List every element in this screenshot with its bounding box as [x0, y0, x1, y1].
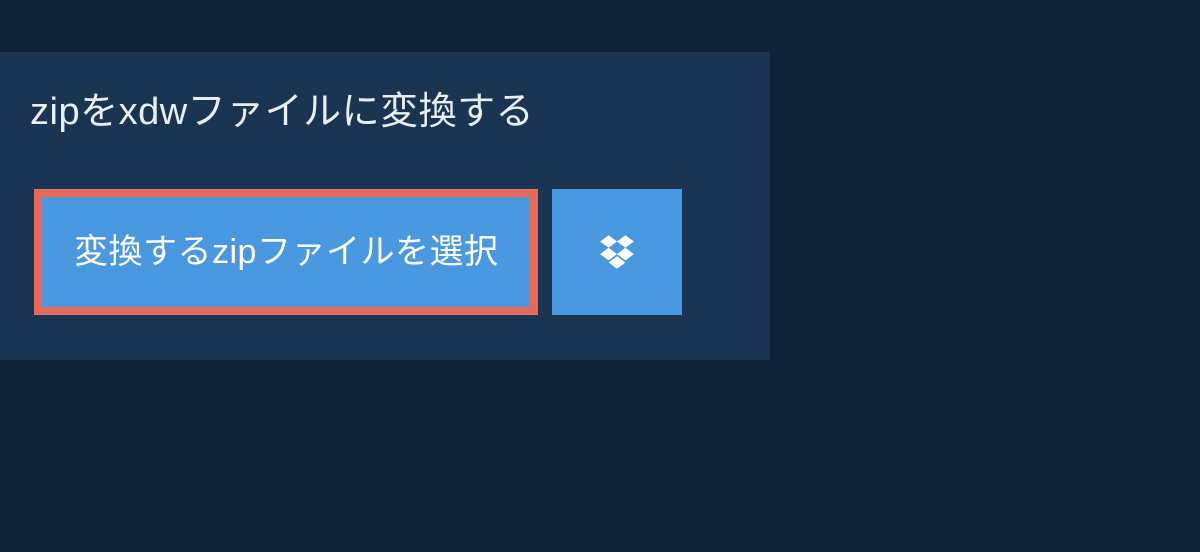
dropbox-button[interactable]	[552, 189, 682, 315]
page-title: zipをxdwファイルに変換する	[20, 72, 750, 159]
select-file-button-label: 変換するzipファイルを選択	[74, 235, 498, 269]
conversion-panel: zipをxdwファイルに変換する 変換するzipファイルを選択	[0, 52, 770, 360]
button-row: 変換するzipファイルを選択	[20, 159, 750, 315]
select-file-button[interactable]: 変換するzipファイルを選択	[34, 189, 538, 315]
dropbox-icon	[596, 231, 638, 273]
